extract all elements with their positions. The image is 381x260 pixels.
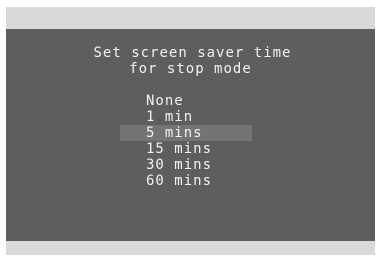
screen-saver-settings-screen: Set screen saver time for stop mode None…: [6, 29, 375, 241]
option-none[interactable]: None: [120, 93, 252, 109]
prompt-line-1: Set screen saver time: [93, 45, 292, 61]
screen-saver-time-menu: None 1 min 5 mins 15 mins 30 mins 60 min…: [120, 93, 252, 189]
settings-prompt: Set screen saver time for stop mode: [6, 45, 375, 77]
option-15-mins[interactable]: 15 mins: [120, 141, 252, 157]
option-30-mins[interactable]: 30 mins: [120, 157, 252, 173]
option-1-min[interactable]: 1 min: [120, 109, 252, 125]
option-60-mins[interactable]: 60 mins: [120, 173, 252, 189]
option-5-mins[interactable]: 5 mins: [120, 125, 252, 141]
prompt-line-2: for stop mode: [129, 61, 252, 77]
